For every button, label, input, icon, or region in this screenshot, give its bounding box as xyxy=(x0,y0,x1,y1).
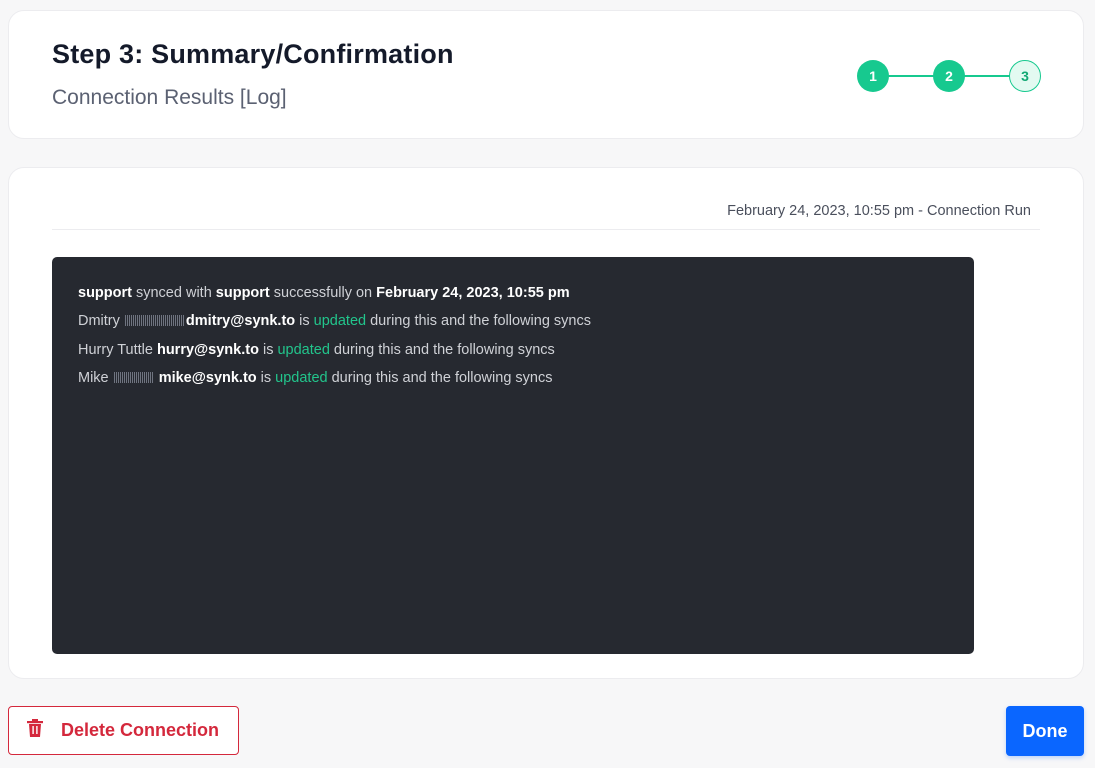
header-card: Step 3: Summary/Confirmation Connection … xyxy=(8,10,1084,139)
log-entry-email: dmitry@synk.to xyxy=(185,313,296,330)
log-entry-name: Hurry Tuttle xyxy=(78,341,153,358)
step-1: 1 xyxy=(857,60,889,92)
log-panel: support synced with support successfully… xyxy=(52,257,974,654)
status-updated: updated xyxy=(313,313,367,330)
step-3: 3 xyxy=(1009,60,1041,92)
log-target: support xyxy=(215,285,270,301)
delete-connection-label: Delete Connection xyxy=(61,720,220,740)
stepper: 1 2 3 xyxy=(857,60,1042,92)
step-2: 2 xyxy=(933,60,965,92)
status-updated: updated xyxy=(275,369,328,386)
log-summary-line: support synced with support successfully… xyxy=(78,285,570,301)
log-entry-name: Mike xyxy=(78,369,109,386)
redacted-text xyxy=(113,371,154,383)
log-entry: Mike mike@synk.to is updated during this… xyxy=(78,369,553,386)
log-entry-email: mike@synk.to xyxy=(158,369,257,386)
log-entry: Dmitry dmitry@synk.to is updated during … xyxy=(78,313,591,330)
log-entry-name: Dmitry xyxy=(78,313,120,330)
trash-icon xyxy=(27,719,43,742)
delete-connection-button[interactable]: Delete Connection xyxy=(8,706,239,755)
done-button[interactable]: Done xyxy=(1006,706,1084,756)
page-title: Step 3: Summary/Confirmation xyxy=(52,39,454,69)
connection-run-timestamp: February 24, 2023, 10:55 pm - Connection… xyxy=(727,203,1031,219)
log-datetime: February 24, 2023, 10:55 pm xyxy=(376,285,570,301)
divider xyxy=(52,229,1040,230)
log-entry: Hurry Tuttle hurry@synk.to is updated du… xyxy=(78,341,555,358)
log-entry-email: hurry@synk.to xyxy=(156,341,259,358)
page-subtitle: Connection Results [Log] xyxy=(52,86,287,109)
results-card: February 24, 2023, 10:55 pm - Connection… xyxy=(8,167,1084,679)
log-source: support xyxy=(78,285,132,301)
redacted-text xyxy=(124,315,185,327)
stepper-connector xyxy=(887,75,935,77)
status-updated: updated xyxy=(277,341,330,358)
stepper-connector xyxy=(963,75,1011,77)
